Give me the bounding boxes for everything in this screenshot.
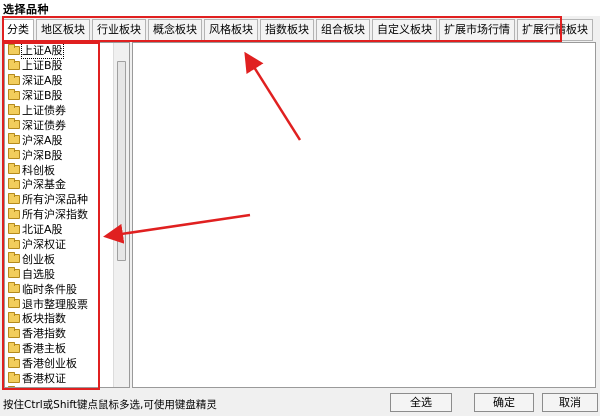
ok-button[interactable]: 确定 (474, 393, 534, 412)
tree-item[interactable]: 所有沪深品种 (5, 192, 113, 207)
tab-portfolio-sector[interactable]: 组合板块 (316, 19, 370, 41)
folder-icon (8, 43, 20, 55)
tree-item[interactable]: 上证A股 (5, 43, 113, 60)
tree-item-label: 香港主板 (22, 342, 66, 356)
tree-item-label: 所有沪深指数 (22, 208, 88, 222)
tab-index-sector[interactable]: 指数板块 (260, 19, 314, 41)
folder-icon (8, 103, 20, 115)
tree-item[interactable]: 沪深基金 (5, 177, 113, 192)
folder-icon (8, 88, 20, 100)
tree-item-label: 所有沪深品种 (22, 193, 88, 207)
folder-icon (8, 58, 20, 70)
tree-item[interactable]: 香港创业板 (5, 356, 113, 371)
tree-item-label: 板块指数 (22, 312, 66, 326)
tree-item-label: 科创板 (22, 163, 55, 177)
tab-extended-sector[interactable]: 扩展行情板块 (517, 19, 593, 41)
tree-item-label: 上证债券 (22, 104, 66, 118)
tree-item[interactable]: 沪深权证 (5, 237, 113, 252)
folder-icon (8, 341, 20, 353)
folder-icon (8, 222, 20, 234)
tree-item[interactable]: 上证债券 (5, 103, 113, 118)
tree-item[interactable]: 沪深B股 (5, 147, 113, 162)
tree-item[interactable]: 板块指数 (5, 311, 113, 326)
tree-scrollbar[interactable] (113, 43, 129, 387)
tree-item-label: 沪深基金 (22, 178, 66, 192)
tree-scroll-thumb[interactable] (117, 61, 126, 261)
folder-icon (8, 252, 20, 264)
select-variety-dialog: 选择品种 分类 地区板块 行业板块 概念板块 风格板块 指数板块 组合板块 自定… (0, 0, 600, 416)
folder-icon (8, 267, 20, 279)
tree-item[interactable]: 深证A股 (5, 73, 113, 88)
window-title: 选择品种 (3, 3, 49, 16)
tree-item-label: 沪深权证 (22, 238, 66, 252)
category-tabs: 分类 地区板块 行业板块 概念板块 风格板块 指数板块 组合板块 自定义板块 扩… (2, 18, 595, 42)
title-bar: 选择品种 (0, 0, 600, 16)
folder-icon (8, 163, 20, 175)
tree-item[interactable]: 香港权证 (5, 371, 113, 386)
tree-item-label: 北证A股 (22, 223, 63, 237)
folder-icon (8, 192, 20, 204)
tree-item[interactable]: 沪深A股 (5, 132, 113, 147)
folder-icon (8, 133, 20, 145)
select-all-button[interactable]: 全选 (390, 393, 452, 412)
tree-item[interactable]: 临时条件股 (5, 281, 113, 296)
tree-item[interactable]: 所有沪深指数 (5, 207, 113, 222)
tab-custom-sector[interactable]: 自定义板块 (372, 19, 437, 41)
cancel-button[interactable]: 取消 (542, 393, 598, 412)
tab-style-sector[interactable]: 风格板块 (204, 19, 258, 41)
tree-item[interactable]: 香港指数 (5, 326, 113, 341)
tree-item[interactable]: 退市整理股票 (5, 296, 113, 311)
tab-industry-sector[interactable]: 行业板块 (92, 19, 146, 41)
tree-item[interactable]: 香港主板 (5, 341, 113, 356)
folder-icon (8, 297, 20, 309)
tree-item[interactable]: 科创板 (5, 162, 113, 177)
category-tree-panel: 上证A股 上证B股 深证A股 深证B股 上证债券 深证债券 沪深A股 沪深B股 科创板 沪深基金所… (4, 42, 130, 388)
folder-icon (8, 207, 20, 219)
tree-item[interactable]: 香港信托基金 (5, 385, 113, 387)
tree-item-label: 香港信托基金 (22, 385, 88, 388)
tab-extended-market[interactable]: 扩展市场行情 (439, 19, 515, 41)
tree-item-label: 香港权证 (22, 372, 66, 386)
tree-item[interactable]: 深证债券 (5, 117, 113, 132)
tree-item[interactable]: 创业板 (5, 251, 113, 266)
folder-icon (8, 326, 20, 338)
folder-icon (8, 311, 20, 323)
tree-item-label: 创业板 (22, 252, 55, 266)
folder-icon (8, 148, 20, 160)
tree-item-label: 沪深B股 (22, 148, 63, 162)
tree-item[interactable]: 北证A股 (5, 222, 113, 237)
tree-item-label: 上证A股 (21, 43, 64, 60)
variety-list-panel[interactable] (132, 42, 596, 388)
folder-icon (8, 356, 20, 368)
tab-classification[interactable]: 分类 (2, 19, 34, 41)
tree-item-label: 深证B股 (22, 89, 63, 103)
tree-item-label: 上证B股 (22, 59, 63, 73)
tree-item-label: 香港创业板 (22, 357, 77, 371)
folder-icon (8, 73, 20, 85)
tree-item-label: 沪深A股 (22, 133, 63, 147)
folder-icon (8, 237, 20, 249)
folder-icon (8, 118, 20, 130)
folder-icon (8, 371, 20, 383)
tree-item[interactable]: 上证B股 (5, 58, 113, 73)
tree-item-label: 退市整理股票 (22, 297, 88, 311)
category-tree-list: 上证A股 上证B股 深证A股 深证B股 上证债券 深证债券 沪深A股 沪深B股 科创板 沪深基金所… (5, 43, 113, 387)
tree-item-label: 深证A股 (22, 74, 63, 88)
tree-item[interactable]: 深证B股 (5, 88, 113, 103)
tab-region-sector[interactable]: 地区板块 (36, 19, 90, 41)
tree-item-label: 自选股 (22, 267, 55, 281)
tree-item-label: 临时条件股 (22, 282, 77, 296)
tree-item-label: 深证债券 (22, 118, 66, 132)
folder-icon (8, 177, 20, 189)
folder-icon (8, 282, 20, 294)
tab-concept-sector[interactable]: 概念板块 (148, 19, 202, 41)
multi-select-hint: 按住Ctrl或Shift键点鼠标多选,可使用键盘精灵 (3, 399, 217, 411)
tree-item[interactable]: 自选股 (5, 266, 113, 281)
tree-item-label: 香港指数 (22, 327, 66, 341)
